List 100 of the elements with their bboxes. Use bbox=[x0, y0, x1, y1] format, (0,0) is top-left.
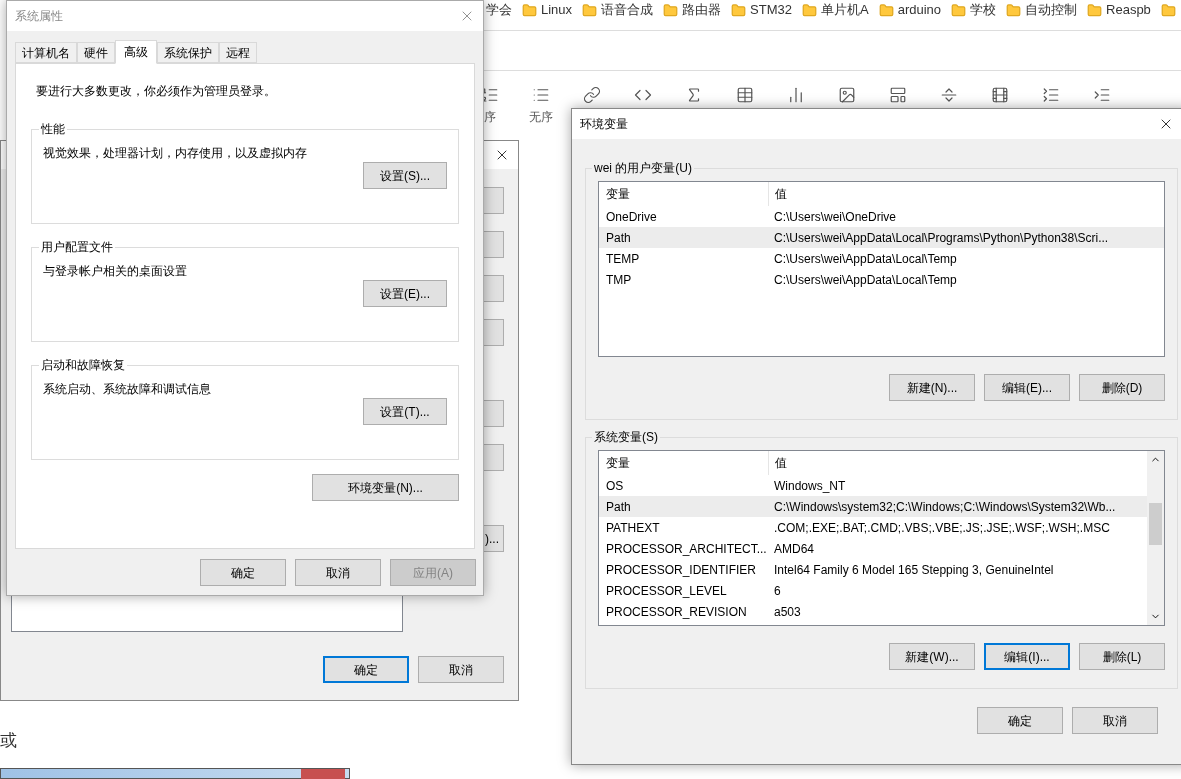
tab[interactable]: 高级 bbox=[115, 40, 157, 64]
column-header[interactable]: 值 bbox=[769, 182, 1164, 206]
bookmark[interactable]: arduino bbox=[897, 0, 942, 20]
dialog-button[interactable]: 确定 bbox=[323, 656, 409, 683]
group-description: 与登录帐户相关的桌面设置 bbox=[43, 263, 188, 280]
toolbar-label: 序 bbox=[483, 109, 496, 126]
variable-name: PROCESSOR_LEVEL bbox=[605, 582, 728, 600]
variable-value: C:\Windows\system32;C:\Windows;C:\Windows\System32\Wb... bbox=[773, 498, 1116, 516]
variable-name: PROCESSOR_IDENTIFIER bbox=[605, 561, 758, 579]
bookmark[interactable]: Reaspb bbox=[1106, 0, 1151, 20]
tab[interactable]: 远程 bbox=[219, 42, 257, 63]
list-row[interactable]: Path C:\Users\wei\AppData\Local\Programs\Python\Python38\Scri... bbox=[599, 227, 1164, 248]
bookmark[interactable]: 学校 bbox=[970, 0, 997, 20]
toolbar-icon[interactable] bbox=[837, 86, 856, 104]
folder-icon bbox=[951, 2, 967, 18]
list-row[interactable]: OneDrive C:\Users\wei\OneDrive bbox=[599, 206, 1164, 227]
dialog-button[interactable]: 删除(D) bbox=[1079, 374, 1165, 401]
dialog-button[interactable]: 新建(N)... bbox=[889, 374, 975, 401]
notice-text: 要进行大多数更改，你必须作为管理员登录。 bbox=[35, 83, 277, 100]
dialog-button[interactable]: 取消 bbox=[418, 656, 504, 683]
folder-icon bbox=[1006, 2, 1022, 18]
dialog-button[interactable]: 编辑(I)... bbox=[984, 643, 1070, 670]
dialog-button[interactable]: 设置(E)... bbox=[363, 280, 447, 307]
column-header[interactable]: 变量 bbox=[599, 451, 769, 475]
variable-name: TMP bbox=[605, 271, 633, 289]
toolbar-icon[interactable] bbox=[1092, 86, 1111, 104]
bookmark[interactable]: 学会 bbox=[486, 0, 512, 20]
dialog-button[interactable]: 取消 bbox=[295, 559, 381, 586]
variable-name: Path bbox=[605, 229, 632, 247]
bookmark[interactable]: STM32 bbox=[750, 0, 792, 20]
toolbar-icon[interactable] bbox=[735, 86, 754, 104]
folder-icon bbox=[582, 2, 598, 18]
bookmark[interactable]: 自动控制 bbox=[1025, 0, 1078, 20]
group-title: 用户配置文件 bbox=[40, 239, 114, 256]
folder-icon bbox=[522, 2, 537, 18]
toolbar-label: 无序 bbox=[528, 109, 553, 126]
dialog-button[interactable]: 删除(L) bbox=[1079, 643, 1165, 670]
dialog-button[interactable]: 新建(W)... bbox=[889, 643, 975, 670]
page-text: 或 bbox=[0, 730, 17, 752]
tab[interactable]: 计算机名 bbox=[15, 42, 77, 63]
list-row[interactable]: Path C:\Windows\system32;C:\Windows;C:\Windows\System32\Wb... bbox=[599, 496, 1147, 517]
variable-value: C:\Users\wei\AppData\Local\Temp bbox=[773, 250, 957, 268]
dialog-button[interactable]: 确定 bbox=[977, 707, 1063, 734]
list-row[interactable]: PROCESSOR_IDENTIFIER Intel64 Family 6 Model 165 Stepping 3, GenuineIntel bbox=[599, 559, 1147, 580]
variable-name: PROCESSOR_REVISION bbox=[605, 603, 748, 621]
variable-name: OS bbox=[605, 477, 625, 495]
list-row[interactable]: PROCESSOR_LEVEL 6 bbox=[599, 580, 1147, 601]
variable-name: OneDrive bbox=[605, 208, 658, 226]
bookmark[interactable]: 单片机A bbox=[821, 0, 869, 20]
folder-icon bbox=[878, 2, 894, 18]
scrollbar[interactable] bbox=[1147, 451, 1164, 625]
bookmark[interactable]: Linux bbox=[541, 0, 573, 20]
variable-value: Intel64 Family 6 Model 165 Stepping 3, GenuineIntel bbox=[773, 561, 1054, 579]
list-row[interactable]: PATHEXT .COM;.EXE;.BAT;.CMD;.VBS;.VBE;.JS;.JSE;.WSF;.WSH;.MSC bbox=[599, 517, 1147, 538]
variable-name: PATHEXT bbox=[605, 519, 661, 537]
variable-value: AMD64 bbox=[773, 540, 814, 558]
variable-value: 6 bbox=[773, 582, 781, 600]
group-title: 启动和故障恢复 bbox=[40, 357, 126, 374]
group-title: wei 的用户变量(U) bbox=[593, 160, 693, 177]
folder-icon bbox=[1160, 2, 1176, 18]
window-title: 环境变量 bbox=[580, 116, 628, 133]
group-description: 视觉效果，处理器计划，内存使用，以及虚拟内存 bbox=[43, 145, 308, 162]
tab[interactable]: 硬件 bbox=[77, 42, 115, 63]
list-row[interactable]: TEMP C:\Users\wei\AppData\Local\Temp bbox=[599, 248, 1164, 269]
dialog-button[interactable]: 环境变量(N)... bbox=[312, 474, 459, 501]
variable-value: C:\Users\wei\AppData\Local\Temp bbox=[773, 271, 957, 289]
folder-icon bbox=[663, 2, 679, 18]
variable-value: .COM;.EXE;.BAT;.CMD;.VBS;.VBE;.JS;.JSE;.WSF;.WSH;.MSC bbox=[773, 519, 1110, 537]
dialog-button[interactable]: 取消 bbox=[1072, 707, 1158, 734]
column-header[interactable]: 变量 bbox=[599, 182, 769, 206]
tab[interactable]: 系统保护 bbox=[157, 42, 219, 63]
variable-name: Path bbox=[605, 498, 632, 516]
dialog-button[interactable]: 设置(T)... bbox=[363, 398, 447, 425]
column-header[interactable]: 值 bbox=[769, 451, 1147, 475]
list-row[interactable]: PROCESSOR_ARCHITECT... AMD64 bbox=[599, 538, 1147, 559]
variable-name: PROCESSOR_ARCHITECT... bbox=[605, 540, 768, 558]
folder-icon bbox=[802, 2, 817, 18]
group-description: 系统启动、系统故障和调试信息 bbox=[43, 381, 212, 398]
bookmark[interactable]: 语音合成 bbox=[601, 0, 654, 20]
list-row[interactable]: OS Windows_NT bbox=[599, 475, 1147, 496]
toolbar-icon[interactable] bbox=[531, 86, 550, 104]
list-row[interactable]: PROCESSOR_REVISION a503 bbox=[599, 601, 1147, 622]
variable-value: C:\Users\wei\AppData\Local\Programs\Python\Python38\Scri... bbox=[773, 229, 1109, 247]
list-row[interactable]: TMP C:\Users\wei\AppData\Local\Temp bbox=[599, 269, 1164, 290]
toolbar-icon[interactable] bbox=[990, 86, 1009, 104]
variable-value: C:\Users\wei\OneDrive bbox=[773, 208, 897, 226]
variable-value: Windows_NT bbox=[773, 477, 846, 495]
dialog-button[interactable]: 编辑(E)... bbox=[984, 374, 1070, 401]
toolbar-icon[interactable] bbox=[888, 86, 907, 104]
toolbar-icon[interactable] bbox=[939, 86, 958, 104]
window-title: 系统属性 bbox=[15, 8, 63, 25]
folder-icon bbox=[1087, 2, 1103, 18]
scroll-thumb[interactable] bbox=[1149, 503, 1162, 545]
variable-value: a503 bbox=[773, 603, 801, 621]
toolbar-icon[interactable] bbox=[1041, 86, 1060, 104]
toolbar-icon[interactable] bbox=[582, 86, 601, 104]
bookmark[interactable]: 路由器 bbox=[682, 0, 722, 20]
dialog-button[interactable]: 设置(S)... bbox=[363, 162, 447, 189]
group-title: 性能 bbox=[40, 121, 66, 138]
dialog-button[interactable]: 确定 bbox=[200, 559, 286, 586]
